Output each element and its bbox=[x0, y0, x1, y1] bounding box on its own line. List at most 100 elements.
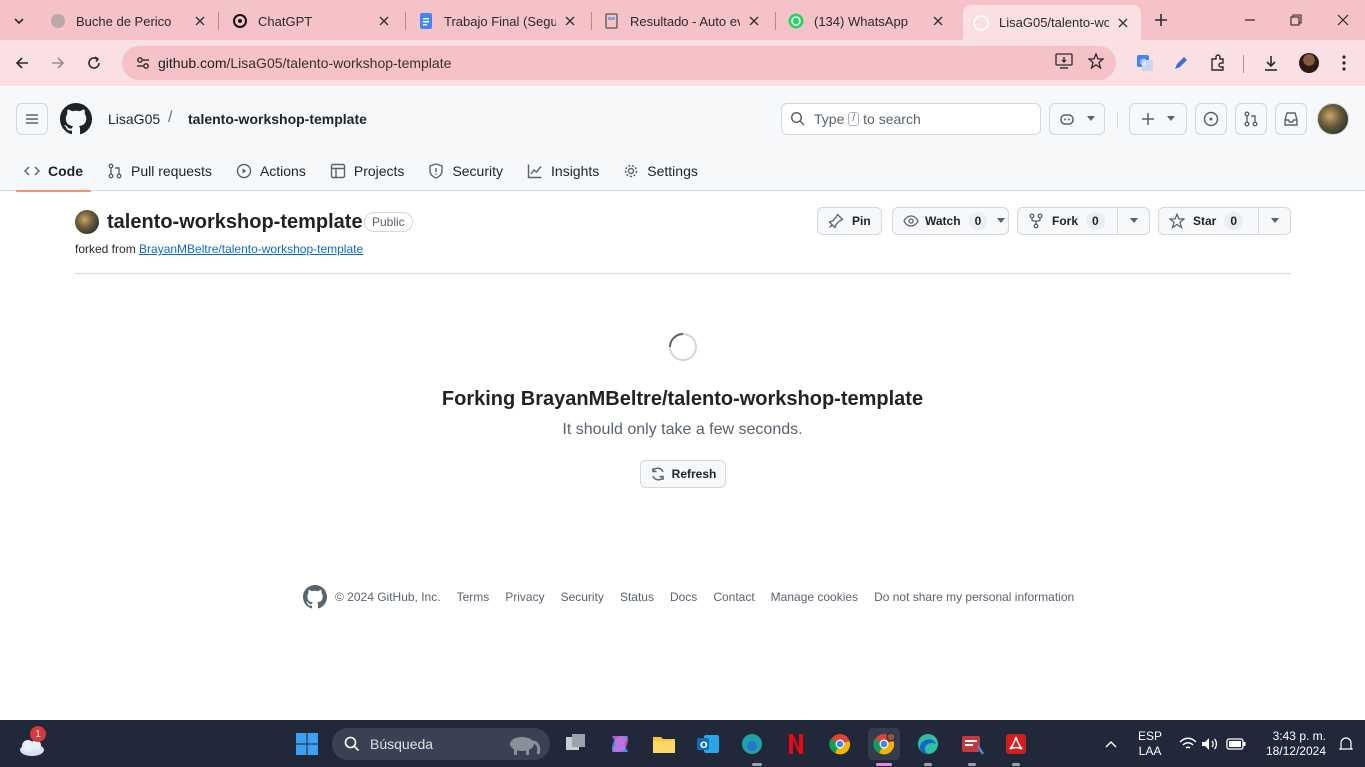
star-count: 0 bbox=[1224, 212, 1244, 230]
global-menu-button[interactable] bbox=[16, 103, 48, 135]
edge-app[interactable] bbox=[912, 728, 944, 760]
close-icon[interactable] bbox=[376, 13, 392, 29]
site-settings-icon[interactable] bbox=[128, 55, 158, 71]
restore-button[interactable] bbox=[1284, 8, 1308, 32]
new-tab-button[interactable] bbox=[1149, 8, 1173, 32]
volume-status[interactable] bbox=[1200, 734, 1220, 754]
folder-icon bbox=[652, 733, 676, 755]
tab-actions[interactable]: Actions bbox=[228, 151, 314, 191]
pin-button[interactable]: Pin bbox=[817, 207, 882, 235]
star-button[interactable]: Star 0 bbox=[1158, 207, 1291, 235]
forward-button[interactable] bbox=[45, 50, 71, 76]
watch-segment[interactable]: Watch 0 bbox=[893, 208, 993, 234]
close-icon[interactable] bbox=[746, 13, 762, 29]
chrome-profile-app[interactable] bbox=[868, 728, 900, 760]
fork-button[interactable]: Fork 0 bbox=[1017, 207, 1150, 235]
star-segment[interactable]: Star 0 bbox=[1159, 208, 1258, 234]
pin-segment[interactable]: Pin bbox=[818, 208, 881, 234]
footer-link-do-not-share[interactable]: Do not share my personal information bbox=[874, 590, 1074, 604]
google-translate-extension[interactable]: G bbox=[1134, 52, 1156, 74]
close-icon[interactable] bbox=[562, 13, 578, 29]
refresh-button[interactable]: Refresh bbox=[640, 460, 726, 488]
browser-tab[interactable]: (134) WhatsApp bbox=[778, 6, 956, 36]
chevron-down-icon bbox=[1167, 116, 1175, 122]
taskbar-search[interactable]: Búsqueda bbox=[332, 728, 550, 760]
acrobat-app[interactable] bbox=[1000, 728, 1032, 760]
footer-link-privacy[interactable]: Privacy bbox=[505, 590, 544, 604]
fork-segment[interactable]: Fork 0 bbox=[1018, 208, 1117, 234]
pull-requests-button[interactable] bbox=[1235, 103, 1267, 135]
tab-pull-requests-label: Pull requests bbox=[131, 163, 212, 179]
file-explorer-app[interactable] bbox=[648, 728, 680, 760]
chevron-down-icon bbox=[1129, 218, 1138, 224]
edge-beta-app[interactable] bbox=[736, 728, 768, 760]
battery-status[interactable] bbox=[1226, 734, 1246, 754]
tab-search-button[interactable] bbox=[6, 8, 32, 34]
copilot-app[interactable] bbox=[604, 728, 636, 760]
restore-icon bbox=[1290, 14, 1302, 26]
star-dropdown[interactable] bbox=[1258, 208, 1290, 234]
breadcrumb-owner[interactable]: LisaG05 bbox=[108, 111, 160, 127]
outlook-app[interactable]: O bbox=[692, 728, 724, 760]
github-logo-icon[interactable] bbox=[60, 103, 92, 135]
browser-tab[interactable]: Resultado - Auto eva bbox=[594, 6, 772, 36]
show-hidden-icons-button[interactable] bbox=[1101, 734, 1121, 754]
tab-pull-requests[interactable]: Pull requests bbox=[99, 151, 220, 191]
tab-projects[interactable]: Projects bbox=[322, 151, 413, 191]
create-new-button[interactable] bbox=[1129, 103, 1187, 135]
extensions-button[interactable] bbox=[1207, 52, 1229, 74]
forked-from-link[interactable]: BrayanMBeltre/talento-workshop-template bbox=[139, 242, 363, 256]
tab-settings[interactable]: Settings bbox=[615, 151, 706, 191]
search-input[interactable]: Type / to search bbox=[781, 103, 1041, 135]
address-bar[interactable]: github.com/LisaG05/talento-workshop-temp… bbox=[122, 46, 1116, 80]
netflix-icon bbox=[787, 732, 805, 756]
browser-tab[interactable]: Buche de Perico bbox=[40, 6, 218, 36]
install-app-button[interactable] bbox=[1053, 50, 1075, 72]
repo-title[interactable]: talento-workshop-template bbox=[107, 211, 363, 234]
chrome-menu-button[interactable] bbox=[1333, 52, 1355, 74]
close-icon[interactable] bbox=[1115, 15, 1131, 31]
github-logo-icon[interactable] bbox=[303, 585, 327, 609]
back-button[interactable] bbox=[9, 50, 35, 76]
inbox-button[interactable] bbox=[1275, 103, 1307, 135]
downloads-button[interactable] bbox=[1260, 52, 1282, 74]
tab-insights[interactable]: Insights bbox=[519, 151, 607, 191]
wifi-status[interactable] bbox=[1178, 734, 1198, 754]
browser-tab[interactable]: ChatGPT bbox=[222, 6, 402, 36]
refresh-label: Refresh bbox=[671, 467, 717, 481]
close-window-button[interactable] bbox=[1331, 8, 1355, 32]
notifications-button[interactable] bbox=[1336, 734, 1356, 754]
browser-tab-active[interactable]: LisaG05/talento-work bbox=[963, 5, 1141, 40]
footer-link-manage-cookies[interactable]: Manage cookies bbox=[771, 590, 858, 604]
footer-link-security[interactable]: Security bbox=[561, 590, 604, 604]
language-code: ESP bbox=[1138, 729, 1163, 743]
browser-tab[interactable]: Trabajo Final (Segurid bbox=[408, 6, 588, 36]
netflix-app[interactable] bbox=[780, 728, 812, 760]
tab-security[interactable]: Security bbox=[420, 151, 511, 191]
footer-link-status[interactable]: Status bbox=[620, 590, 654, 604]
star-icon bbox=[1169, 213, 1185, 229]
reload-button[interactable] bbox=[81, 50, 107, 76]
chrome-profile-avatar[interactable] bbox=[1299, 53, 1319, 73]
close-icon[interactable] bbox=[192, 13, 208, 29]
task-view-app[interactable] bbox=[560, 728, 592, 760]
footer-link-docs[interactable]: Docs bbox=[670, 590, 697, 604]
watch-button[interactable]: Watch 0 bbox=[892, 207, 1009, 235]
minimize-button[interactable] bbox=[1238, 8, 1262, 32]
footer-link-terms[interactable]: Terms bbox=[457, 590, 490, 604]
bookmark-button[interactable] bbox=[1085, 50, 1107, 72]
breadcrumb-repo[interactable]: talento-workshop-template bbox=[188, 111, 367, 127]
close-icon[interactable] bbox=[930, 13, 946, 29]
user-avatar[interactable] bbox=[1317, 103, 1349, 135]
input-language[interactable]: ESP LAA bbox=[1138, 729, 1162, 759]
pen-extension[interactable] bbox=[1170, 52, 1192, 74]
footer-link-contact[interactable]: Contact bbox=[713, 590, 754, 604]
start-button[interactable] bbox=[291, 728, 323, 760]
chrome-app[interactable] bbox=[824, 728, 856, 760]
tab-code[interactable]: Code bbox=[16, 151, 91, 192]
issues-button[interactable] bbox=[1195, 103, 1227, 135]
copilot-button[interactable] bbox=[1049, 103, 1105, 135]
tools-app[interactable] bbox=[956, 728, 988, 760]
fork-dropdown[interactable] bbox=[1117, 208, 1149, 234]
clock[interactable]: 3:43 p. m. 18/12/2024 bbox=[1258, 729, 1326, 759]
